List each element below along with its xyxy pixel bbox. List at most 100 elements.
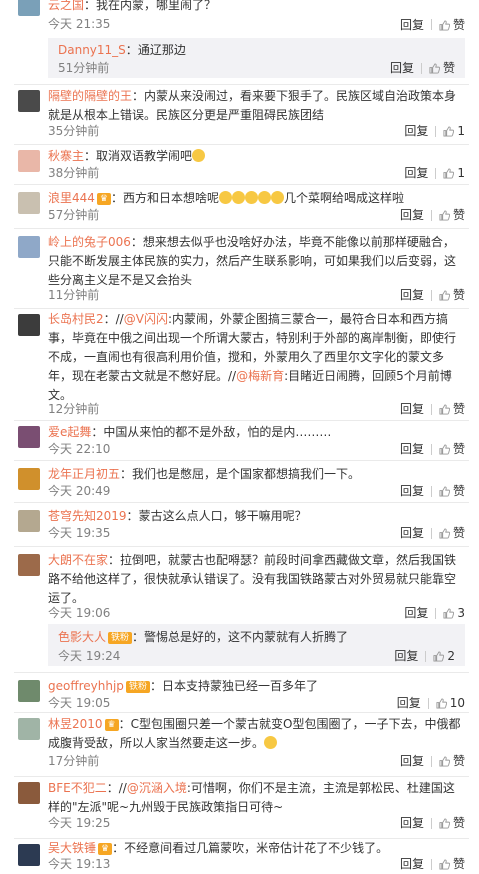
username-link[interactable]: 长岛村民2 <box>48 312 104 326</box>
avatar[interactable] <box>18 236 40 258</box>
reply-button[interactable]: 回复 <box>400 484 424 498</box>
like-count: 2 <box>447 649 455 663</box>
comment-actions: 回复 3 <box>404 605 465 621</box>
reply-button[interactable]: 回复 <box>400 526 424 540</box>
comment: geoffreyhhjp 铁粉 ：日本支持蒙独已经一百多年了 今天 19:05 回复… <box>0 672 479 712</box>
reply-button[interactable]: 回复 <box>394 649 418 663</box>
like-button[interactable]: 10 <box>436 696 465 710</box>
username-link[interactable]: 隔壁的隔壁的王 <box>48 89 132 103</box>
like-button[interactable]: 赞 <box>429 61 455 75</box>
username-link[interactable]: 云之国 <box>48 0 84 12</box>
like-button[interactable]: 赞 <box>439 816 465 830</box>
divider <box>435 126 437 137</box>
reply-button[interactable]: 回复 <box>404 124 428 138</box>
username-link[interactable]: 岭上的兔子006 <box>48 235 131 249</box>
vip-badge: ♛ <box>96 193 111 205</box>
username-link[interactable]: geoffreyhhjp <box>48 679 124 693</box>
timestamp: 今天 21:35 <box>48 17 111 31</box>
like-button[interactable]: 3 <box>443 606 465 620</box>
colon: ： <box>132 630 145 644</box>
like-button[interactable]: 赞 <box>439 288 465 302</box>
comment: 吴大铁锤 ♛ ：不经意间看过几篇蒙吹，米帝估计花了不少钱了。 今天 19:13 回复… <box>0 838 479 874</box>
reply-body: 色影大人 铁粉 ：警惕总是好的，这不内蒙就有人折腾了 <box>58 628 348 647</box>
username-link[interactable]: 龙年正月初五 <box>48 467 120 481</box>
like-button[interactable]: 1 <box>443 166 465 180</box>
mention-link[interactable]: @V闪闪 <box>124 312 168 326</box>
avatar[interactable] <box>18 718 40 740</box>
thumb-up-icon <box>439 444 450 455</box>
mention-link[interactable]: @梅新育 <box>236 369 284 383</box>
reply-button[interactable]: 回复 <box>400 816 424 830</box>
colon: ：// <box>106 781 127 795</box>
reply-actions: 回复 2 <box>394 647 455 664</box>
reply-button[interactable]: 回复 <box>400 402 424 416</box>
username-link[interactable]: 浪里444 <box>48 191 95 205</box>
colon: ： <box>130 235 143 249</box>
reply-button[interactable]: 回复 <box>400 754 424 768</box>
reply-button[interactable]: 回复 <box>400 442 424 456</box>
timestamp: 今天 19:25 <box>48 816 111 830</box>
reply-button[interactable]: 回复 <box>400 857 424 871</box>
avatar[interactable] <box>18 314 40 336</box>
timestamp: 今天 19:13 <box>48 857 111 871</box>
vip-badge: ♛ <box>98 843 113 855</box>
username-link[interactable]: Danny11_S <box>58 43 126 57</box>
like-button[interactable]: 赞 <box>439 402 465 416</box>
comment-actions: 回复 赞 <box>400 856 465 872</box>
username-link[interactable]: 吴大铁锤 <box>48 841 96 855</box>
reply-button[interactable]: 回复 <box>404 166 428 180</box>
like-button[interactable]: 赞 <box>439 208 465 222</box>
avatar[interactable] <box>18 844 40 866</box>
comment-text: 我在内蒙，哪里闹了？ <box>96 0 217 12</box>
timestamp: 今天 20:49 <box>48 484 111 498</box>
username-link[interactable]: 爱e起舞 <box>48 425 91 439</box>
username-link[interactable]: BFE不犯二 <box>48 781 107 795</box>
avatar[interactable] <box>18 0 40 16</box>
comment-body: BFE不犯二：//@沉涵入境:可惜啊，你们不是主流，主流是郭松民、杜建国这样的"… <box>48 779 465 817</box>
like-button[interactable]: 赞 <box>439 754 465 768</box>
reply-body: Danny11_S：通辽那边 <box>58 41 186 60</box>
like-button[interactable]: 2 <box>433 649 455 663</box>
timestamp: 57分钟前 <box>48 208 100 222</box>
username-link[interactable]: 色影大人 <box>58 630 106 644</box>
avatar[interactable] <box>18 554 40 576</box>
timestamp: 11分钟前 <box>48 288 100 302</box>
avatar[interactable] <box>18 90 40 112</box>
divider <box>430 444 432 455</box>
like-button[interactable]: 赞 <box>439 857 465 871</box>
avatar[interactable] <box>18 782 40 804</box>
comment: 龙年正月初五：我们也是憋屈，是个国家都想搞我们一下。 今天 20:49 回复 赞 <box>0 460 479 502</box>
thumb-up-icon <box>439 486 450 497</box>
like-button[interactable]: 1 <box>443 124 465 138</box>
mention-link[interactable]: @沉涵入境 <box>127 781 187 795</box>
reply-button[interactable]: 回复 <box>400 17 424 33</box>
thumb-up-icon <box>439 404 450 415</box>
comment-actions: 回复 1 <box>404 123 465 139</box>
avatar[interactable] <box>18 150 40 172</box>
like-button[interactable]: 赞 <box>439 17 465 33</box>
avatar[interactable] <box>18 426 40 448</box>
comment-body: 龙年正月初五：我们也是憋屈，是个国家都想搞我们一下。 <box>48 465 465 484</box>
reply-button[interactable]: 回复 <box>390 61 414 75</box>
like-button[interactable]: 赞 <box>439 484 465 498</box>
avatar[interactable] <box>18 192 40 214</box>
avatar[interactable] <box>18 680 40 702</box>
username-link[interactable]: 苍穹先知2019 <box>48 509 127 523</box>
comment: 云之国：我在内蒙，哪里闹了？ 今天 21:35 回复赞 Danny11_S：通辽… <box>0 0 479 84</box>
like-button[interactable]: 赞 <box>439 526 465 540</box>
reply-button[interactable]: 回复 <box>400 208 424 222</box>
username-link[interactable]: 大朗不在家 <box>48 553 108 567</box>
timestamp: 今天 19:35 <box>48 526 111 540</box>
like-button[interactable]: 赞 <box>439 442 465 456</box>
colon: ： <box>120 467 133 481</box>
reply-button[interactable]: 回复 <box>404 606 428 620</box>
avatar[interactable] <box>18 468 40 490</box>
colon: ： <box>149 679 162 693</box>
username-link[interactable]: 林昱2010 <box>48 717 103 731</box>
colon: ： <box>110 191 123 205</box>
avatar[interactable] <box>18 510 40 532</box>
reply-button[interactable]: 回复 <box>397 696 421 710</box>
username-link[interactable]: 秋寨主 <box>48 149 84 163</box>
reply-button[interactable]: 回复 <box>400 288 424 302</box>
comment-actions: 回复 赞 <box>400 401 465 417</box>
